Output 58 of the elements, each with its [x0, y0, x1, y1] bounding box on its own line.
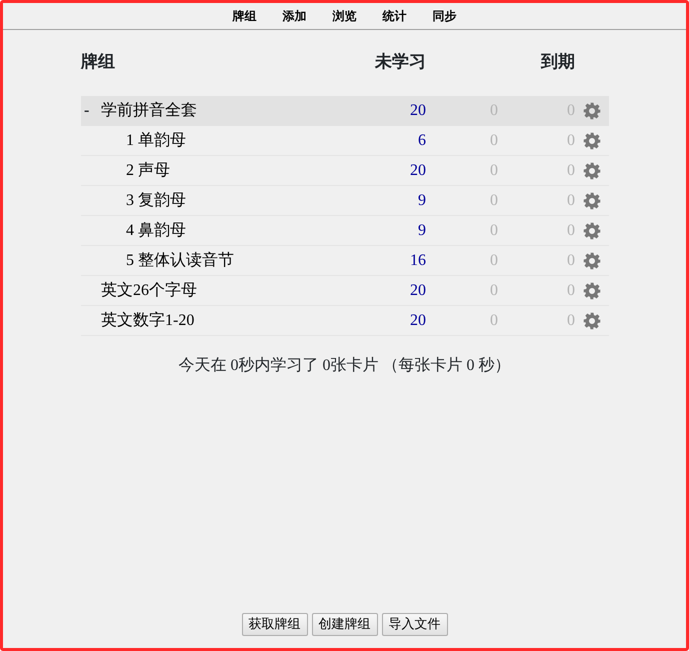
- settings-icon[interactable]: [583, 192, 601, 210]
- toolbar-link[interactable]: 牌组: [220, 7, 270, 25]
- deck-row[interactable]: 2 声母 20 0 0: [81, 156, 609, 186]
- learn-count: 0: [490, 252, 498, 268]
- due-count: 0: [567, 282, 575, 298]
- deck-row[interactable]: 4 鼻韵母 9 0 0: [81, 216, 609, 246]
- deck-link[interactable]: 学前拼音全套: [101, 98, 197, 122]
- deck-row[interactable]: 3 复韵母 9 0 0: [81, 186, 609, 216]
- new-count: 20: [410, 162, 426, 178]
- settings-icon[interactable]: [583, 312, 601, 330]
- study-summary: 今天在 0秒内学习了 0张卡片 （每张卡片 0 秒）: [178, 356, 512, 376]
- due-count: 0: [567, 222, 575, 238]
- action-button[interactable]: 获取牌组: [242, 612, 308, 636]
- due-count: 0: [567, 252, 575, 268]
- learn-count: 0: [490, 132, 498, 148]
- deck-link[interactable]: 1 单韵母: [126, 128, 186, 152]
- new-count: 20: [410, 312, 426, 328]
- deck-link[interactable]: 英文26个字母: [101, 278, 197, 302]
- settings-icon[interactable]: [583, 222, 601, 240]
- settings-icon[interactable]: [583, 282, 601, 300]
- due-count: 0: [567, 132, 575, 148]
- toolbar-link[interactable]: 浏览: [320, 7, 370, 25]
- deck-link[interactable]: 4 鼻韵母: [126, 218, 186, 242]
- deck-link[interactable]: 英文数字1-20: [101, 308, 194, 332]
- learn-count: 0: [490, 162, 498, 178]
- column-header: 未学习: [374, 51, 426, 74]
- deck-row[interactable]: 1 单韵母 6 0 0: [81, 126, 609, 156]
- due-count: 0: [567, 312, 575, 328]
- toolbar-link[interactable]: 同步: [420, 7, 470, 25]
- due-count: 0: [567, 192, 575, 208]
- learn-count: 0: [490, 312, 498, 328]
- new-count: 9: [418, 192, 426, 208]
- new-count: 20: [410, 282, 426, 298]
- deck-row[interactable]: 英文数字1-20 20 0 0: [81, 306, 609, 336]
- learn-count: 0: [490, 222, 498, 238]
- toolbar-link[interactable]: 添加: [270, 7, 320, 25]
- deck-link[interactable]: 3 复韵母: [126, 188, 186, 212]
- deck-link[interactable]: 5 整体认读音节: [126, 248, 234, 272]
- settings-icon[interactable]: [583, 252, 601, 270]
- new-count: 9: [418, 222, 426, 238]
- new-count: 6: [418, 132, 426, 148]
- new-count: 20: [410, 102, 426, 118]
- learn-count: 0: [490, 192, 498, 208]
- due-count: 0: [567, 162, 575, 178]
- column-header: 到期: [540, 51, 575, 74]
- action-button[interactable]: 导入文件: [382, 612, 448, 636]
- deck-row[interactable]: 5 整体认读音节 16 0 0: [81, 246, 609, 276]
- action-button[interactable]: 创建牌组: [312, 612, 378, 636]
- deck-row[interactable]: 英文26个字母 20 0 0: [81, 276, 609, 306]
- column-header: 牌组: [81, 51, 116, 74]
- deck-link[interactable]: 2 声母: [126, 158, 170, 182]
- settings-icon[interactable]: [583, 102, 601, 120]
- settings-icon[interactable]: [583, 162, 601, 180]
- collapse-toggle[interactable]: -: [84, 102, 90, 118]
- learn-count: 0: [490, 282, 498, 298]
- toolbar-link[interactable]: 统计: [370, 7, 420, 25]
- settings-icon[interactable]: [583, 132, 601, 150]
- new-count: 16: [410, 252, 426, 268]
